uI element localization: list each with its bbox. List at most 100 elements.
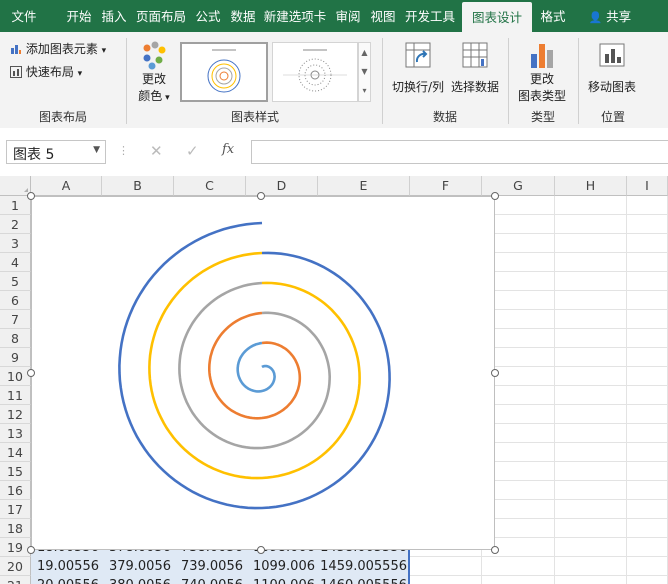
enter-icon[interactable]: ✓ xyxy=(186,142,199,160)
move-chart-button[interactable]: 移动图表 xyxy=(584,40,640,95)
gallery-more-icon[interactable]: ▾ xyxy=(359,81,370,100)
tab-4[interactable]: 公式 xyxy=(191,0,225,32)
tab-12[interactable]: 👤 共享 xyxy=(585,0,635,32)
resize-handle-top-right[interactable] xyxy=(491,192,499,200)
change-colors-button[interactable]: 更改 颜色 ▾ xyxy=(134,40,174,104)
column-header-F[interactable]: F xyxy=(410,176,482,196)
column-header-C[interactable]: C xyxy=(174,176,246,196)
row-header-6[interactable]: 6 xyxy=(0,291,31,310)
row-header-12[interactable]: 12 xyxy=(0,405,31,424)
table-cell[interactable]: 1459.005556 xyxy=(318,557,410,576)
ribbon-separator xyxy=(126,38,127,124)
ribbon-separator xyxy=(508,38,509,124)
name-box[interactable]: 图表 5 ▼ xyxy=(6,140,106,164)
spiral-chart-svg xyxy=(118,221,391,510)
spiral-series-2[interactable] xyxy=(208,311,302,420)
row-header-10[interactable]: 10 xyxy=(0,367,31,386)
row-header-16[interactable]: 16 xyxy=(0,481,31,500)
resize-handle-bottom[interactable] xyxy=(257,546,265,554)
tab-6[interactable]: 新建选项卡 xyxy=(261,0,329,32)
column-header-E[interactable]: E xyxy=(318,176,410,196)
tab-3[interactable]: 页面布局 xyxy=(133,0,189,32)
table-cell[interactable]: 19.00556 xyxy=(31,557,102,576)
add-chart-element-button[interactable]: 添加图表元素 ▾ xyxy=(10,40,106,57)
column-header-I[interactable]: I xyxy=(627,176,668,196)
resize-handle-right[interactable] xyxy=(491,369,499,377)
row-header-18[interactable]: 18 xyxy=(0,519,31,538)
column-header-H[interactable]: H xyxy=(555,176,627,196)
row-header-9[interactable]: 9 xyxy=(0,348,31,367)
row-header-21[interactable]: 21 xyxy=(0,576,31,584)
spiral-series-5[interactable] xyxy=(118,221,391,510)
table-cell[interactable]: 739.0056 xyxy=(174,557,246,576)
row-header-14[interactable]: 14 xyxy=(0,443,31,462)
palette-icon xyxy=(139,40,169,70)
chevron-down-icon[interactable]: ▼ xyxy=(93,145,100,155)
chart-area[interactable] xyxy=(31,196,495,550)
group-label-styles: 图表样式 xyxy=(230,110,279,124)
row-header-17[interactable]: 17 xyxy=(0,500,31,519)
gallery-scroll[interactable]: ▲ ▼ ▾ xyxy=(358,42,371,102)
table-cell[interactable]: 1460.005556 xyxy=(318,576,410,584)
row-header-13[interactable]: 13 xyxy=(0,424,31,443)
quick-layout-button[interactable]: 快速布局 ▾ xyxy=(10,63,82,80)
grid-line xyxy=(554,196,555,584)
tab-7[interactable]: 审阅 xyxy=(331,0,365,32)
formula-bar: 图表 5 ▼ ⋮ ✕ ✓ fx xyxy=(0,128,668,177)
resize-handle-bottom-left[interactable] xyxy=(27,546,35,554)
row-header-2[interactable]: 2 xyxy=(0,215,31,234)
row-header-3[interactable]: 3 xyxy=(0,234,31,253)
tab-11[interactable]: 格式 xyxy=(533,0,573,32)
resize-handle-top[interactable] xyxy=(257,192,265,200)
spiral-series-3[interactable] xyxy=(178,281,332,450)
table-cell[interactable]: 1100.006 xyxy=(246,576,318,584)
group-label-data: 数据 xyxy=(432,110,457,124)
insert-function-icon[interactable]: fx xyxy=(222,142,234,157)
table-cell[interactable]: 380.0056 xyxy=(102,576,174,584)
switch-row-column-icon xyxy=(403,40,433,70)
table-cell[interactable]: 740.0056 xyxy=(174,576,246,584)
chart-style-2[interactable] xyxy=(272,42,358,102)
select-all-corner[interactable] xyxy=(0,176,31,196)
row-header-1[interactable]: 1 xyxy=(0,196,31,215)
tab-5[interactable]: 数据 xyxy=(226,0,260,32)
resize-handle-left[interactable] xyxy=(27,369,35,377)
tab-8[interactable]: 视图 xyxy=(366,0,400,32)
dropdown-arrow-icon: ▾ xyxy=(101,46,107,56)
select-data-button[interactable]: 选择数据 xyxy=(450,40,500,95)
column-header-A[interactable]: A xyxy=(31,176,102,196)
tab-2[interactable]: 插入 xyxy=(97,0,131,32)
resize-handle-bottom-right[interactable] xyxy=(491,546,499,554)
formula-input[interactable] xyxy=(251,140,668,164)
row-header-15[interactable]: 15 xyxy=(0,462,31,481)
tab-0[interactable]: 文件 xyxy=(4,0,44,32)
row-header-5[interactable]: 5 xyxy=(0,272,31,291)
column-header-B[interactable]: B xyxy=(102,176,174,196)
resize-handle-top-left[interactable] xyxy=(27,192,35,200)
change-chart-type-button[interactable]: 更改 图表类型 xyxy=(514,40,570,104)
ribbon-tab-bar: 文件 开始 插入 页面布局 公式 数据 新建选项卡 审阅 视图 开发工具 图表设计 格式 👤 共享 xyxy=(0,0,668,32)
cancel-icon[interactable]: ✕ xyxy=(150,142,163,160)
tab-10[interactable]: 图表设计 xyxy=(462,2,532,32)
row-header-7[interactable]: 7 xyxy=(0,310,31,329)
scroll-down-icon[interactable]: ▼ xyxy=(359,62,370,81)
chart-type-icon xyxy=(527,40,557,70)
tab-1[interactable]: 开始 xyxy=(62,0,96,32)
row-header-20[interactable]: 20 xyxy=(0,557,31,576)
row-header-4[interactable]: 4 xyxy=(0,253,31,272)
table-cell[interactable]: 1099.006 xyxy=(246,557,318,576)
move-chart-icon xyxy=(597,40,627,70)
switch-row-column-button[interactable]: 切换行/列 xyxy=(388,40,448,95)
scroll-up-icon[interactable]: ▲ xyxy=(359,43,370,62)
chart-style-1[interactable] xyxy=(180,42,268,102)
grid-line xyxy=(626,196,627,584)
table-cell[interactable]: 20.00556 xyxy=(31,576,102,584)
select-data-icon xyxy=(460,40,490,70)
group-label-layout: 图表布局 xyxy=(38,110,87,124)
tab-9[interactable]: 开发工具 xyxy=(401,0,459,32)
group-label-type: 类型 xyxy=(530,110,555,124)
row-header-11[interactable]: 11 xyxy=(0,386,31,405)
row-header-8[interactable]: 8 xyxy=(0,329,31,348)
table-cell[interactable]: 379.0056 xyxy=(102,557,174,576)
spiral-series-1[interactable] xyxy=(236,341,276,393)
